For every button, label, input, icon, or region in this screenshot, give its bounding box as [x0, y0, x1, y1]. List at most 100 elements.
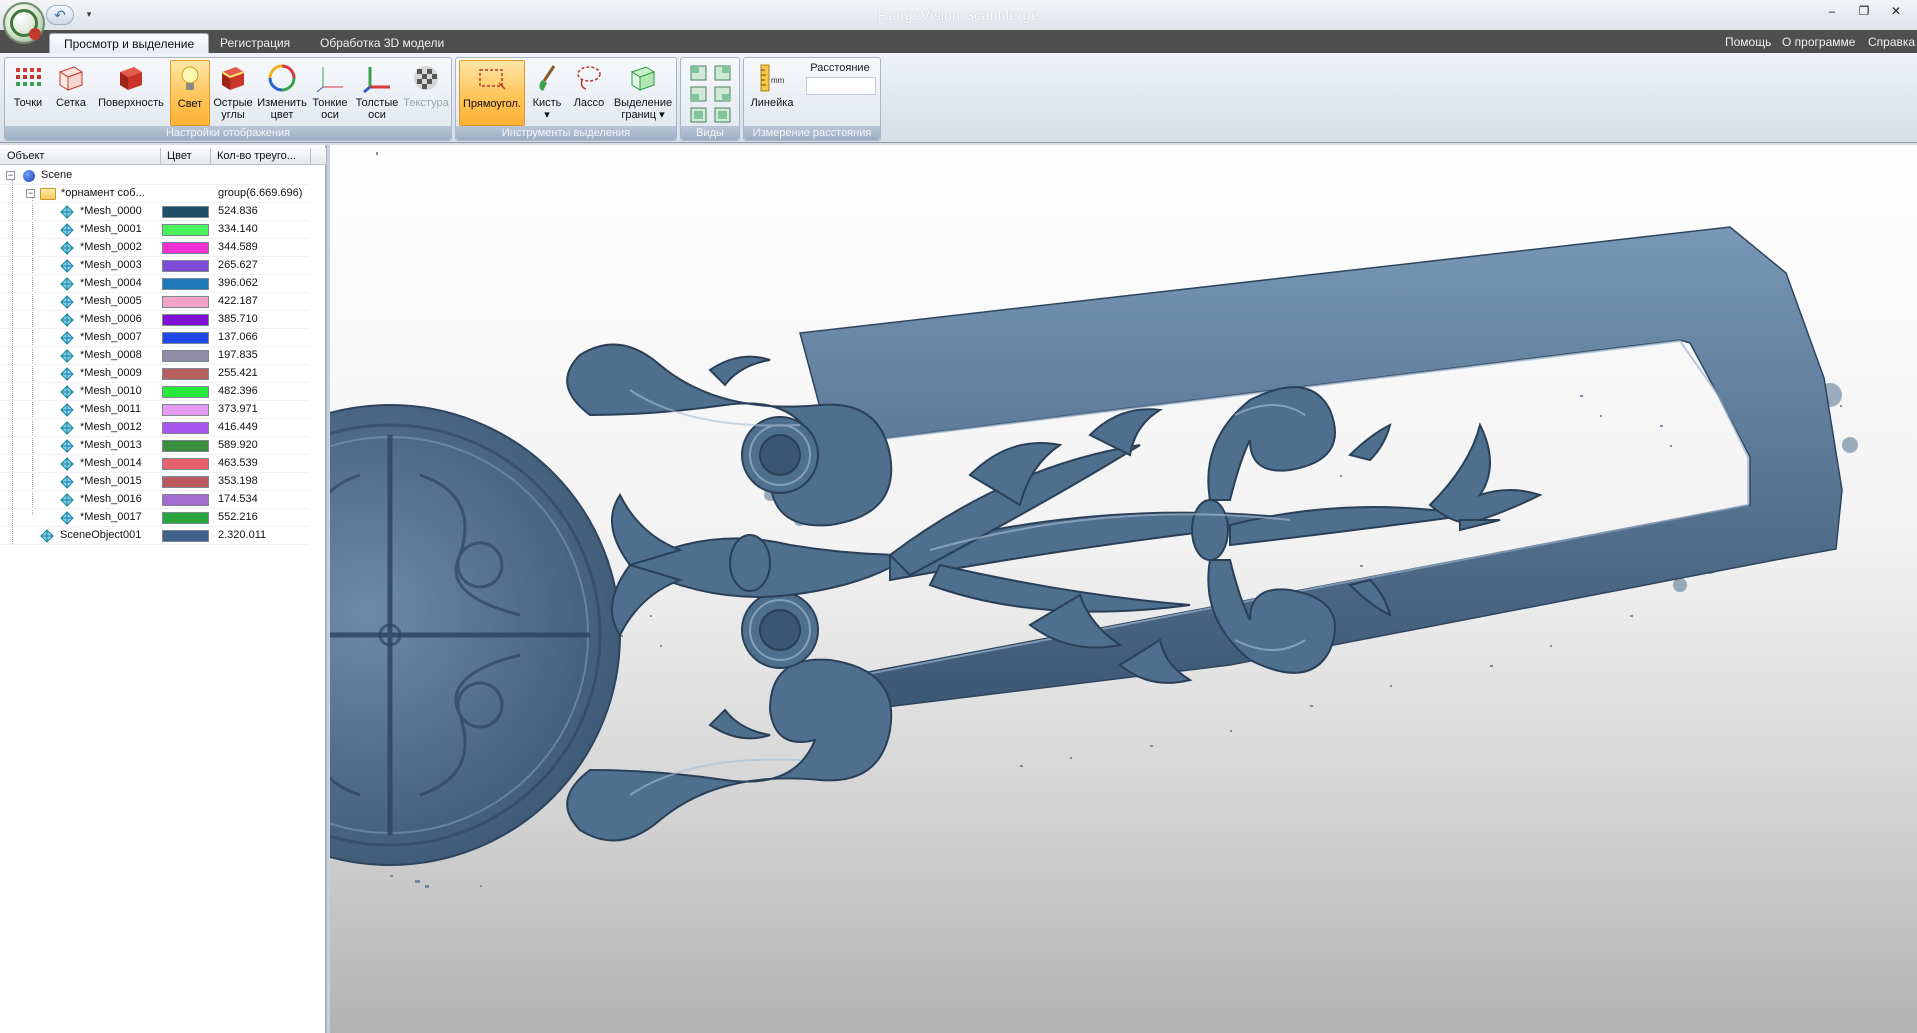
tree-row-group[interactable]: − *орнамент соб... group(6.669.696)	[0, 185, 310, 203]
tree-row-mesh[interactable]: *Mesh_0005 422.187	[0, 293, 310, 311]
sharp-angles-button[interactable]: Острые углы	[213, 60, 253, 126]
color-swatch[interactable]	[162, 458, 209, 470]
grid-button[interactable]: Сетка	[52, 60, 90, 126]
boundary-select-button[interactable]: Выделение границ ▾	[611, 60, 675, 126]
mesh-icon	[60, 367, 74, 381]
mesh-name: *Mesh_0008	[80, 349, 142, 361]
tree-row-mesh[interactable]: *Mesh_0003 265.627	[0, 257, 310, 275]
color-swatch[interactable]	[162, 368, 209, 380]
tree-row-scene[interactable]: − Scene	[0, 167, 310, 185]
thick-axes-button[interactable]: Толстые оси	[354, 60, 400, 126]
tab-3d-processing[interactable]: Обработка 3D модели	[306, 33, 458, 53]
tree-row-mesh[interactable]: *Mesh_0012 416.449	[0, 419, 310, 437]
surface-button[interactable]: Поверхность	[95, 60, 167, 126]
3d-viewport[interactable]	[330, 145, 1917, 1033]
tree-row-mesh[interactable]: *Mesh_0002 344.589	[0, 239, 310, 257]
tree-row-mesh[interactable]: *Mesh_0006 385.710	[0, 311, 310, 329]
color-swatch[interactable]	[162, 278, 209, 290]
tree-row-mesh[interactable]: *Mesh_0008 197.835	[0, 347, 310, 365]
brush-button[interactable]: Кисть ▾	[528, 60, 566, 126]
tree-row-mesh[interactable]: *Mesh_0001 334.140	[0, 221, 310, 239]
color-swatch[interactable]	[162, 350, 209, 362]
minimize-button[interactable]: –	[1819, 2, 1845, 22]
rectangle-select-button[interactable]: Прямоугол.	[459, 60, 525, 126]
collapse-icon[interactable]: −	[6, 171, 15, 180]
mesh-triangle-count: 524.836	[218, 205, 258, 217]
tree-row-mesh[interactable]: *Mesh_0017 552.216	[0, 509, 310, 527]
reference-link[interactable]: Справка	[1868, 35, 1915, 49]
surface-cube-icon	[120, 67, 142, 90]
tree-row-mesh[interactable]: *Mesh_0011 373.971	[0, 401, 310, 419]
texture-button[interactable]: Текстура	[403, 60, 449, 126]
color-swatch[interactable]	[162, 314, 209, 326]
color-swatch[interactable]	[162, 404, 209, 416]
color-swatch[interactable]	[162, 476, 209, 488]
color-swatch[interactable]	[162, 296, 209, 308]
tree-row-mesh[interactable]: *Mesh_0004 396.062	[0, 275, 310, 293]
tree-row-mesh[interactable]: *Mesh_0015 353.198	[0, 473, 310, 491]
about-link[interactable]: О программе	[1782, 35, 1855, 49]
ruler-button[interactable]: mm Линейка	[747, 60, 797, 126]
tree-row-mesh[interactable]: *Mesh_0010 482.396	[0, 383, 310, 401]
tree-row-mesh[interactable]: *Mesh_0009 255.421	[0, 365, 310, 383]
distance-value-field[interactable]	[806, 77, 876, 95]
grid-label: Сетка	[56, 97, 86, 109]
points-button[interactable]: Точки	[9, 60, 47, 126]
tree-row-mesh[interactable]: *Mesh_0016 174.534	[0, 491, 310, 509]
boundary-dropdown-icon[interactable]: ▾	[659, 109, 665, 121]
mesh-name: *Mesh_0005	[80, 295, 142, 307]
color-swatch[interactable]	[162, 494, 209, 506]
change-color-button[interactable]: Изменить цвет	[257, 60, 307, 126]
column-separator[interactable]	[160, 148, 161, 165]
collapse-icon[interactable]: −	[26, 189, 35, 198]
color-swatch[interactable]	[162, 260, 209, 272]
color-swatch[interactable]	[162, 530, 209, 542]
group-display-settings: Точки Сетка Поверхность Свет Острые углы…	[4, 57, 452, 141]
color-swatch[interactable]	[162, 206, 209, 218]
group-views: Виды	[680, 57, 740, 141]
restore-button[interactable]: ❐	[1851, 2, 1877, 22]
tab-registration[interactable]: Регистрация	[206, 33, 304, 53]
brush-dropdown-icon[interactable]: ▾	[544, 109, 550, 121]
column-header-color[interactable]: Цвет	[167, 150, 192, 162]
tab-view-selection[interactable]: Просмотр и выделение	[49, 33, 210, 53]
tree-row-mesh[interactable]: *Mesh_0014 463.539	[0, 455, 310, 473]
light-button[interactable]: Свет	[170, 60, 210, 126]
mesh-icon	[60, 385, 74, 399]
color-swatch[interactable]	[162, 386, 209, 398]
tree-row-scene-object[interactable]: SceneObject001 2.320.011	[0, 527, 310, 545]
column-separator[interactable]	[310, 148, 311, 165]
sharp-angles-icon	[221, 67, 245, 90]
column-header-object[interactable]: Объект	[7, 150, 44, 162]
lasso-button[interactable]: Лассо	[569, 60, 609, 126]
ruler-label: Линейка	[750, 97, 794, 109]
color-swatch[interactable]	[162, 332, 209, 344]
view-cube-icons[interactable]	[688, 63, 734, 125]
object-tree-panel: Объект Цвет Кол-во треуго... − Scene − *…	[0, 145, 326, 1033]
mesh-name: *Mesh_0001	[80, 223, 142, 235]
color-swatch[interactable]	[162, 512, 209, 524]
thin-axes-label-2: оси	[321, 109, 339, 121]
mesh-triangle-count: 265.627	[218, 259, 258, 271]
color-swatch[interactable]	[162, 224, 209, 236]
close-button[interactable]: ✕	[1883, 2, 1909, 22]
app-menu-button[interactable]	[3, 2, 45, 44]
folder-icon	[40, 188, 56, 200]
tree-header: Объект Цвет Кол-во треуго...	[0, 148, 326, 165]
window-title: RangeVision ScanMerge	[878, 7, 1039, 23]
color-swatch[interactable]	[162, 242, 209, 254]
column-header-triangles[interactable]: Кол-во треуго...	[217, 150, 296, 162]
mesh-icon	[60, 349, 74, 363]
help-link[interactable]: Помощь	[1725, 35, 1771, 49]
mesh-triangle-count: 552.216	[218, 511, 258, 523]
color-swatch[interactable]	[162, 422, 209, 434]
group-label-selection: Инструменты выделения	[456, 126, 676, 140]
mesh-name: *Mesh_0016	[80, 493, 142, 505]
mesh-icon	[60, 241, 74, 255]
tree-row-mesh[interactable]: *Mesh_0000 524.836	[0, 203, 310, 221]
column-separator[interactable]	[210, 148, 211, 165]
color-swatch[interactable]	[162, 440, 209, 452]
tree-row-mesh[interactable]: *Mesh_0013 589.920	[0, 437, 310, 455]
tree-row-mesh[interactable]: *Mesh_0007 137.066	[0, 329, 310, 347]
thin-axes-button[interactable]: Тонкие оси	[310, 60, 350, 126]
